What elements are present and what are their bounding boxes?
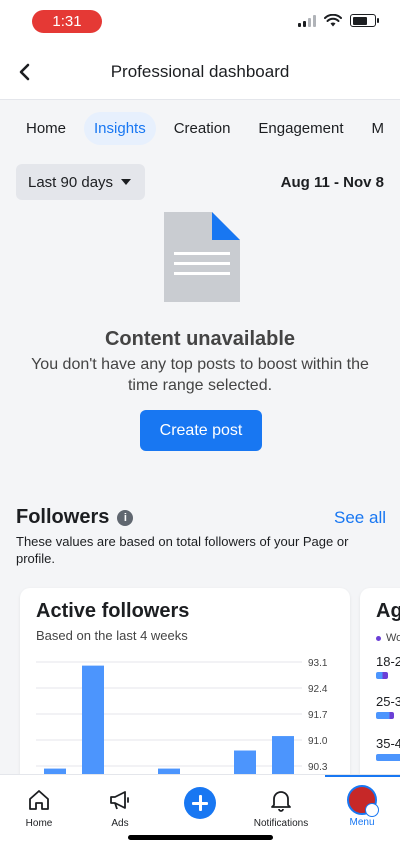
nav-ads-label: Ads — [111, 818, 129, 829]
y-tick-label: 91.0 — [308, 736, 328, 747]
tab-engagement[interactable]: Engagement — [248, 112, 353, 145]
empty-state-message: You don't have any top posts to boost wi… — [31, 356, 369, 394]
bottom-navigation: Home Ads Notifications Menu — [0, 774, 400, 848]
status-time: 1:31 — [32, 10, 102, 33]
tab-home[interactable]: Home — [16, 112, 76, 145]
age-card-title: Ag — [376, 600, 400, 622]
bell-icon — [271, 791, 291, 812]
wifi-icon — [324, 14, 342, 27]
age-range-label: 18-2 — [376, 654, 400, 669]
battery-icon — [350, 14, 379, 27]
age-range-label: 35-4 — [376, 736, 400, 751]
see-all-link[interactable]: See all — [334, 508, 386, 528]
nav-notifications[interactable]: Notifications — [246, 781, 316, 829]
nav-create[interactable] — [165, 781, 235, 819]
document-icon — [164, 212, 240, 302]
followers-heading: Followers i — [16, 506, 134, 529]
status-bar: 1:31 — [0, 0, 400, 44]
info-icon[interactable]: i — [117, 509, 134, 526]
home-icon — [29, 790, 49, 810]
plus-icon — [184, 787, 216, 819]
card-title: Active followers — [36, 600, 190, 622]
age-bar — [376, 754, 400, 761]
followers-description: These values are based on total follower… — [16, 534, 349, 566]
create-post-button[interactable]: Create post — [140, 410, 262, 451]
header: Professional dashboard — [0, 44, 400, 100]
age-card[interactable]: Ag Wo 18-2 25-3 35-4 — [360, 588, 400, 788]
date-range-dropdown[interactable]: Last 90 days — [16, 164, 146, 200]
age-legend: Wo — [376, 632, 400, 644]
nav-ads[interactable]: Ads — [85, 781, 155, 829]
tab-more[interactable]: M — [362, 112, 395, 145]
followers-title: Followers — [16, 506, 110, 528]
megaphone-icon — [110, 791, 129, 810]
age-bar — [376, 672, 388, 679]
date-range-text: Aug 11 - Nov 8 — [280, 174, 384, 191]
active-followers-card[interactable]: Active followers Based on the last 4 wee… — [20, 588, 350, 788]
tab-creation[interactable]: Creation — [164, 112, 241, 145]
y-tick-label: 90.3 — [308, 762, 328, 773]
caret-down-icon — [121, 179, 132, 185]
active-tab-indicator — [325, 775, 400, 777]
empty-state-title: Content unavailable — [104, 328, 296, 350]
date-range-label: Last 90 days — [28, 173, 114, 191]
card-subtitle: Based on the last 4 weeks — [36, 628, 188, 643]
age-bar — [376, 712, 394, 719]
chart-bar[interactable] — [82, 665, 104, 788]
menu-badge-icon — [365, 803, 379, 817]
legend-label: Wo — [386, 632, 400, 644]
active-followers-chart: 93.1 92.4 91.7 91.0 90.3 — [36, 658, 328, 788]
cellular-signal-icon — [298, 14, 316, 27]
nav-menu-label: Menu — [349, 817, 375, 828]
status-icons — [298, 14, 379, 27]
y-tick-label: 91.7 — [308, 710, 328, 721]
nav-home-label: Home — [25, 818, 53, 829]
home-indicator — [128, 835, 273, 840]
y-tick-label: 93.1 — [308, 658, 328, 669]
nav-notifications-label: Notifications — [253, 818, 309, 829]
nav-menu[interactable]: Menu — [327, 781, 397, 828]
tab-bar: Home Insights Creation Engagement M — [0, 100, 400, 156]
y-tick-label: 92.4 — [308, 684, 328, 695]
nav-home[interactable]: Home — [4, 781, 74, 829]
tab-insights[interactable]: Insights — [84, 111, 156, 145]
legend-dot — [376, 635, 381, 641]
avatar — [347, 785, 379, 817]
age-range-label: 25-3 — [376, 694, 400, 709]
page-title: Professional dashboard — [110, 62, 290, 81]
